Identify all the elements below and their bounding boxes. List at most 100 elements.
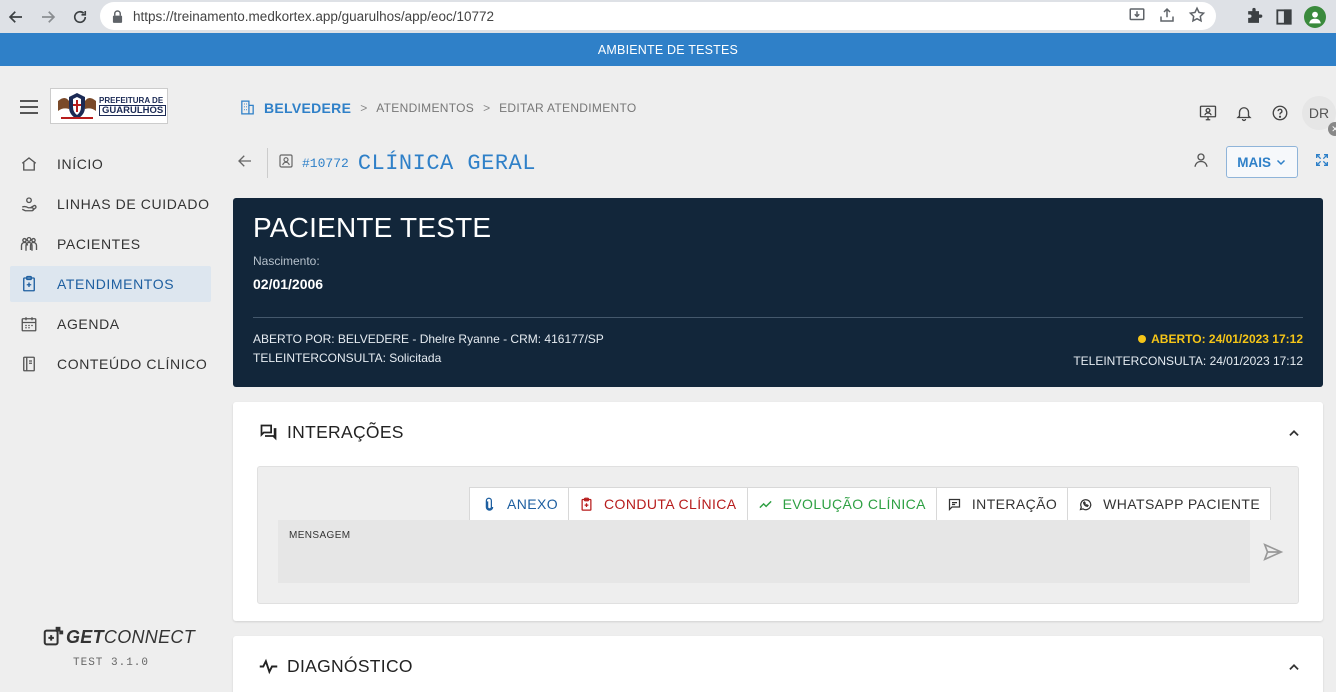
divider bbox=[267, 148, 268, 178]
chevron-up-icon bbox=[1289, 430, 1299, 436]
browser-reload-button[interactable] bbox=[64, 1, 96, 33]
logo-text-line2: GUARULHOS bbox=[99, 105, 167, 116]
encounter-header: #10772 CLÍNICA GERAL MAIS bbox=[236, 146, 1336, 180]
menu-toggle-icon[interactable] bbox=[20, 100, 38, 114]
guarulhos-logo[interactable]: PREFEITURA DE GUARULHOS bbox=[50, 88, 168, 124]
sidebar-menu: INÍCIO LINHAS DE CUIDADO PACIENTES ATEND… bbox=[10, 146, 211, 386]
logo-text: PREFEITURA DE GUARULHOS bbox=[99, 96, 167, 116]
person-outline-icon bbox=[1194, 152, 1208, 167]
sidebar-item-linhas-de-cuidado[interactable]: LINHAS DE CUIDADO bbox=[10, 186, 211, 222]
sidebar-item-label: CONTEÚDO CLÍNICO bbox=[57, 356, 208, 372]
test-environment-banner: AMBIENTE DE TESTES bbox=[0, 33, 1336, 66]
collapse-button[interactable] bbox=[1287, 426, 1301, 445]
side-panel-icon[interactable] bbox=[1274, 7, 1294, 27]
bell-icon bbox=[1236, 107, 1252, 122]
arrow-left-icon bbox=[8, 10, 22, 23]
more-button[interactable]: MAIS bbox=[1226, 146, 1298, 178]
pulse-icon bbox=[259, 658, 278, 675]
expand-icon bbox=[1316, 153, 1328, 166]
back-button[interactable] bbox=[236, 152, 254, 175]
brand-name: GETCONNECT bbox=[66, 627, 195, 648]
tab-whatsapp-paciente[interactable]: WHATSAPP PACIENTE bbox=[1068, 488, 1270, 520]
brand-name-bold: GET bbox=[66, 626, 104, 647]
sidebar-item-atendimentos[interactable]: ATENDIMENTOS bbox=[10, 266, 211, 302]
browser-toolbar: https://treinamento.medkortex.app/guarul… bbox=[0, 0, 1336, 33]
tab-interacao[interactable]: INTERAÇÃO bbox=[937, 488, 1069, 520]
tab-label: EVOLUÇÃO CLÍNICA bbox=[782, 496, 926, 512]
tab-label: INTERAÇÃO bbox=[971, 496, 1058, 512]
chat-icon bbox=[948, 498, 961, 511]
professional-button[interactable] bbox=[1192, 151, 1210, 174]
getconnect-logo-icon bbox=[43, 626, 64, 646]
section-title: DIAGNÓSTICO bbox=[287, 656, 413, 676]
sidebar-item-conteudo-clinico[interactable]: CONTEÚDO CLÍNICO bbox=[10, 346, 211, 382]
encounter-id: #10772 bbox=[302, 155, 349, 171]
extensions-puzzle-icon[interactable] bbox=[1244, 7, 1264, 27]
star-bookmark-icon[interactable] bbox=[1188, 6, 1206, 24]
message-label: MENSAGEM bbox=[289, 530, 351, 541]
tab-conduta-clinica[interactable]: CONDUTA CLÍNICA bbox=[569, 488, 748, 520]
notifications-button[interactable] bbox=[1226, 104, 1262, 122]
sidebar-item-agenda[interactable]: AGENDA bbox=[10, 306, 211, 342]
address-bar[interactable]: https://treinamento.medkortex.app/guarul… bbox=[100, 2, 1216, 30]
browser-back-button[interactable] bbox=[0, 1, 32, 33]
interactions-card: INTERAÇÕES ANEXO CONDUTA CLÍNICA EVOLUÇÃ… bbox=[233, 402, 1323, 621]
divider bbox=[253, 317, 1303, 318]
care-hand-icon bbox=[21, 197, 37, 212]
help-circle-icon bbox=[1272, 105, 1288, 121]
breadcrumb: BELVEDERE > ATENDIMENTOS > EDITAR ATENDI… bbox=[239, 99, 637, 116]
tab-anexo[interactable]: ANEXO bbox=[470, 488, 570, 520]
user-initials: DR bbox=[1308, 105, 1330, 121]
id-badge-icon bbox=[278, 153, 294, 174]
tab-label: ANEXO bbox=[507, 496, 559, 512]
whatsapp-icon bbox=[1079, 498, 1092, 510]
close-icon[interactable]: ✕ bbox=[1328, 122, 1336, 136]
app-version: TEST 3.1.0 bbox=[73, 657, 150, 669]
teleconsult-time-text: TELEINTERCONSULTA: 24/01/2023 17:12 bbox=[1073, 354, 1303, 368]
interaction-tabs: ANEXO CONDUTA CLÍNICA EVOLUÇÃO CLÍNICA I… bbox=[469, 487, 1272, 520]
birth-date-label: Nascimento: bbox=[253, 254, 320, 268]
status-dot-icon bbox=[1138, 335, 1147, 343]
people-icon bbox=[20, 236, 38, 251]
breadcrumb-separator: > bbox=[483, 100, 491, 115]
user-avatar[interactable]: DR ✕ bbox=[1302, 96, 1336, 136]
breadcrumb-separator: > bbox=[360, 100, 368, 115]
sidebar: PREFEITURA DE GUARULHOS INÍCIO LINHAS DE… bbox=[0, 66, 222, 692]
browser-profile-avatar[interactable] bbox=[1304, 5, 1326, 28]
forum-icon bbox=[260, 424, 277, 441]
building-icon bbox=[241, 100, 254, 115]
tab-label: CONDUTA CLÍNICA bbox=[604, 496, 737, 512]
sidebar-item-pacientes[interactable]: PACIENTES bbox=[10, 226, 211, 262]
status-badge: ABERTO: 24/01/2023 17:12 bbox=[1138, 332, 1303, 346]
person-icon bbox=[1309, 11, 1321, 23]
arrow-left-icon bbox=[238, 154, 251, 167]
page-title: CLÍNICA GERAL bbox=[357, 150, 536, 176]
sidebar-item-label: INÍCIO bbox=[57, 156, 104, 172]
browser-forward-button[interactable] bbox=[32, 1, 64, 33]
section-title: INTERAÇÕES bbox=[287, 422, 404, 442]
tab-label: WHATSAPP PACIENTE bbox=[1103, 496, 1261, 512]
install-app-icon[interactable] bbox=[1128, 6, 1146, 24]
diagnostics-card: DIAGNÓSTICO bbox=[233, 636, 1323, 692]
telemedicine-button[interactable] bbox=[1190, 104, 1226, 122]
fullscreen-button[interactable] bbox=[1298, 152, 1336, 173]
sidebar-item-inicio[interactable]: INÍCIO bbox=[10, 146, 211, 182]
tab-evolucao-clinica[interactable]: EVOLUÇÃO CLÍNICA bbox=[748, 488, 937, 520]
status-text: ABERTO: 24/01/2023 17:12 bbox=[1151, 332, 1303, 346]
diagnostics-header[interactable]: DIAGNÓSTICO bbox=[258, 656, 413, 677]
breadcrumb-root[interactable]: BELVEDERE bbox=[264, 100, 351, 116]
title-actions: MAIS bbox=[1192, 146, 1336, 178]
brand-name-light: CONNECT bbox=[103, 626, 196, 647]
id-card-icon bbox=[279, 153, 293, 168]
breadcrumb-item-atendimentos[interactable]: ATENDIMENTOS bbox=[376, 101, 474, 115]
chevron-up-icon bbox=[1289, 664, 1299, 670]
collapse-button[interactable] bbox=[1287, 660, 1301, 679]
birth-date-value: 02/01/2006 bbox=[253, 276, 324, 292]
help-button[interactable] bbox=[1262, 104, 1298, 122]
share-icon[interactable] bbox=[1158, 6, 1176, 24]
book-icon bbox=[23, 356, 35, 372]
message-input[interactable]: MENSAGEM bbox=[278, 520, 1250, 583]
sidebar-item-label: PACIENTES bbox=[57, 236, 141, 252]
interactions-header[interactable]: INTERAÇÕES bbox=[258, 422, 404, 443]
getconnect-brand: GETCONNECT bbox=[42, 626, 195, 648]
